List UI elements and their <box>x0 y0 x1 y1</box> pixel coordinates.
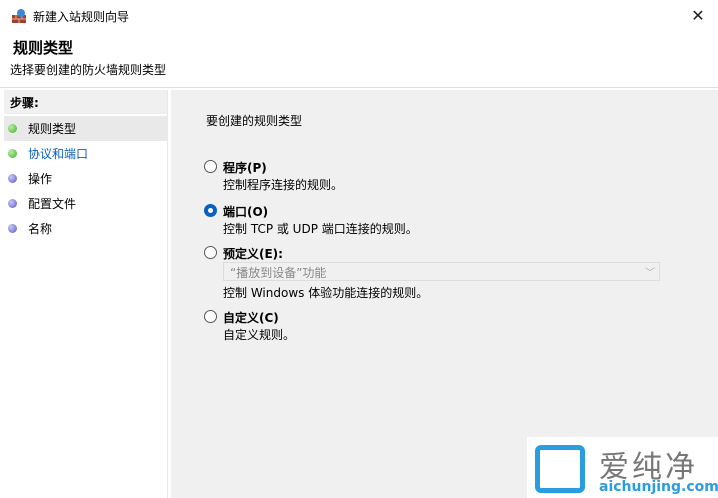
firewall-icon <box>11 8 27 24</box>
window-title: 新建入站规则向导 <box>33 10 130 24</box>
option-label: 自定义(C) <box>223 311 279 325</box>
step-name: 名称 <box>4 216 167 241</box>
steps-heading: 步骤: <box>4 90 167 114</box>
steps-pane: 步骤: 规则类型 协议和端口 操作 配置文件 名称 <box>4 90 168 498</box>
page-title: 规则类型 <box>13 39 74 57</box>
step-label: 配置文件 <box>28 197 77 211</box>
watermark: 爱纯净 aichunjing.com <box>527 437 718 498</box>
step-protocol-ports[interactable]: 协议和端口 <box>4 141 167 166</box>
step-rule-type: 规则类型 <box>4 116 167 141</box>
step-pending-icon <box>8 174 17 183</box>
title-bar: 新建入站规则向导 ✕ <box>0 0 718 32</box>
step-action: 操作 <box>4 166 167 191</box>
question-label: 要创建的规则类型 <box>206 114 303 128</box>
step-pending-icon <box>8 224 17 233</box>
predefined-select[interactable]: “播放到设备”功能 ﹀ <box>223 262 660 281</box>
option-label: 预定义(E): <box>223 247 283 261</box>
chevron-down-icon: ﹀ <box>645 268 655 279</box>
watermark-en: aichunjing.com <box>599 479 718 495</box>
radio-predefined[interactable] <box>204 246 217 259</box>
predefined-value: “播放到设备”功能 <box>230 266 327 280</box>
option-desc: 自定义规则。 <box>223 328 296 342</box>
step-label: 操作 <box>28 172 53 186</box>
radio-port[interactable] <box>204 204 217 217</box>
step-pending-icon <box>8 199 17 208</box>
option-label: 端口(O) <box>223 205 269 219</box>
radio-program[interactable] <box>204 160 217 173</box>
step-label: 名称 <box>28 222 53 236</box>
step-label: 规则类型 <box>28 122 77 136</box>
step-done-icon <box>8 124 17 133</box>
radio-custom[interactable] <box>204 310 217 323</box>
option-desc: 控制程序连接的规则。 <box>223 178 344 192</box>
page-subtitle: 选择要创建的防火墙规则类型 <box>10 63 167 77</box>
watermark-logo-icon <box>535 445 585 493</box>
close-button[interactable]: ✕ <box>686 4 710 28</box>
step-profile: 配置文件 <box>4 191 167 216</box>
step-done-icon <box>8 149 17 158</box>
option-desc: 控制 Windows 体验功能连接的规则。 <box>223 286 429 300</box>
option-label: 程序(P) <box>223 161 267 175</box>
option-desc: 控制 TCP 或 UDP 端口连接的规则。 <box>223 222 418 236</box>
step-label: 协议和端口 <box>28 147 89 161</box>
divider <box>0 87 718 88</box>
